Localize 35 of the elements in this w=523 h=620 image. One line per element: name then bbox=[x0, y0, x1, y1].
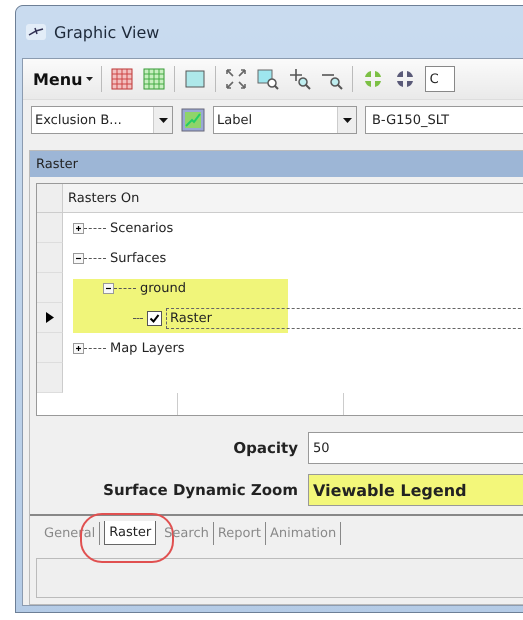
property-field[interactable]: 50 bbox=[308, 432, 523, 464]
zoom-extents-icon[interactable] bbox=[224, 67, 248, 91]
tree-item-label[interactable]: ground bbox=[140, 280, 186, 296]
row-pointer-icon bbox=[46, 312, 54, 323]
collapse-icon[interactable] bbox=[73, 252, 84, 264]
property-label: Surface Dynamic Zoom bbox=[102, 481, 298, 499]
collapse-icon[interactable] bbox=[103, 282, 114, 294]
panel-header: Raster bbox=[30, 151, 523, 177]
property-field[interactable]: Viewable Legend bbox=[308, 474, 523, 506]
row-header bbox=[37, 363, 63, 393]
caret-icon bbox=[342, 118, 352, 122]
tab[interactable]: Raster bbox=[104, 521, 156, 545]
tree-item-label[interactable]: Map Layers bbox=[110, 340, 185, 356]
toolbar-field[interactable]: C bbox=[424, 66, 455, 92]
caret-icon bbox=[158, 118, 168, 122]
grid-icon[interactable] bbox=[142, 67, 166, 91]
property-label: Opacity bbox=[232, 439, 298, 457]
column-header: Rasters On bbox=[67, 190, 140, 208]
value-field[interactable]: B-G150_SLT bbox=[365, 106, 523, 134]
zoom-window-icon[interactable] bbox=[256, 67, 280, 91]
label-dropdown[interactable]: Label bbox=[213, 106, 357, 134]
layer-icon[interactable] bbox=[181, 108, 205, 132]
checkbox[interactable] bbox=[147, 310, 162, 326]
menu-button[interactable]: Menu bbox=[33, 70, 93, 88]
app-icon bbox=[26, 24, 46, 40]
window-title: Graphic View bbox=[54, 22, 160, 42]
tree-item-label[interactable]: Surfaces bbox=[110, 250, 166, 266]
expand-icon[interactable] bbox=[73, 342, 84, 354]
tree-item-label[interactable]: Scenarios bbox=[110, 220, 174, 236]
caret-icon bbox=[86, 77, 93, 81]
tree-item-label[interactable]: Raster bbox=[170, 310, 212, 326]
zoom-in-icon[interactable] bbox=[288, 67, 312, 91]
layer-dropdown[interactable]: Exclusion B... bbox=[31, 106, 173, 134]
grid-icon[interactable] bbox=[110, 67, 134, 91]
expand-icon[interactable] bbox=[73, 222, 84, 234]
